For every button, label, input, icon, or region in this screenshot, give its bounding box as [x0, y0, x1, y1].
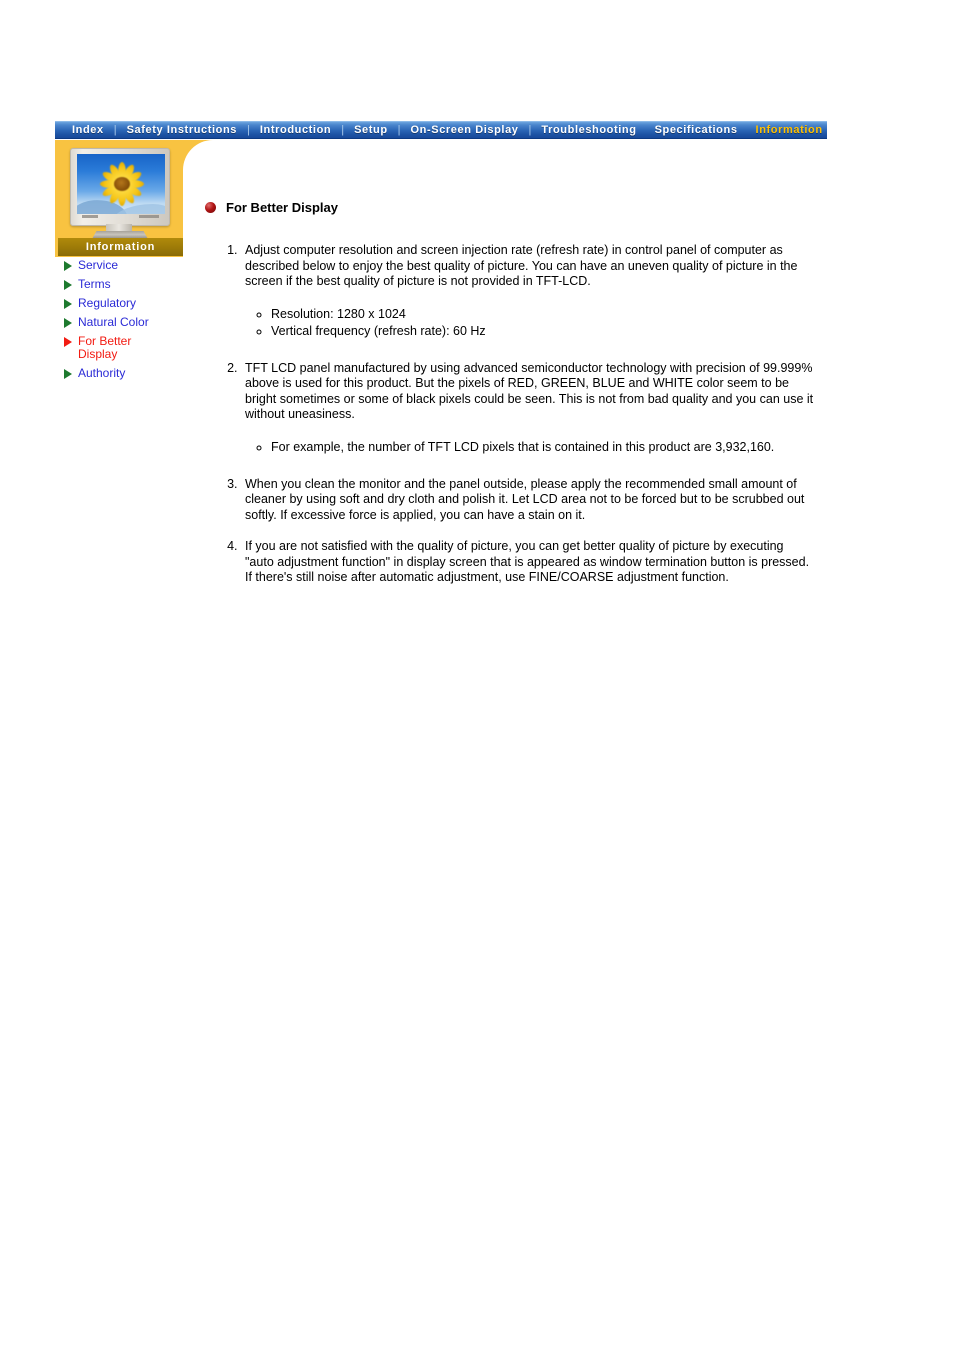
arrow-right-icon: [64, 280, 72, 290]
arrow-right-icon: [64, 261, 72, 271]
instruction-list: Adjust computer resolution and screen in…: [205, 243, 815, 586]
list-item: For example, the number of TFT LCD pixel…: [271, 439, 815, 455]
arrow-right-icon: [64, 369, 72, 379]
list-item-text: TFT LCD panel manufactured by using adva…: [245, 360, 814, 422]
nav-item-information[interactable]: Information: [747, 122, 827, 138]
sunflower-shape: [97, 160, 147, 208]
sidebar-item-natural-color[interactable]: Natural Color: [64, 316, 194, 329]
arrow-right-icon: [64, 318, 72, 328]
nav-item-on-screen-display[interactable]: On-Screen Display: [402, 122, 528, 138]
sidebar-item-label: Natural Color: [78, 315, 149, 329]
sidebar-menu: Service Terms Regulatory Natural Color F…: [64, 259, 194, 386]
list-item-text: When you clean the monitor and the panel…: [245, 476, 805, 522]
sidebar-item-label: Terms: [78, 277, 111, 291]
page-title: For Better Display: [226, 200, 338, 215]
sub-list: For example, the number of TFT LCD pixel…: [245, 439, 815, 455]
nav-item-specifications[interactable]: Specifications: [646, 122, 747, 138]
sunflower-center: [114, 177, 130, 191]
monitor-bezel: [70, 148, 170, 226]
sidebar-item-label: Regulatory: [78, 296, 137, 310]
sidebar-item-label: Authority: [78, 366, 126, 380]
sidebar-section-label: Information: [85, 241, 156, 253]
top-navigation-bar: Index | Safety Instructions | Introducti…: [55, 121, 827, 139]
sidebar-item-terms[interactable]: Terms: [64, 278, 194, 291]
nav-item-introduction[interactable]: Introduction: [251, 122, 340, 138]
list-item: TFT LCD panel manufactured by using adva…: [241, 361, 815, 455]
list-item-text: Adjust computer resolution and screen in…: [245, 243, 798, 288]
list-item: When you clean the monitor and the panel…: [241, 477, 815, 524]
monitor-sunflower-icon: [70, 148, 170, 239]
monitor-screen: [77, 154, 165, 214]
sidebar-rounded-corner: [183, 140, 213, 174]
sidebar-item-label: Service: [78, 258, 119, 272]
nav-item-safety-instructions[interactable]: Safety Instructions: [118, 122, 246, 138]
list-item: Vertical frequency (refresh rate): 60 Hz: [271, 323, 815, 339]
monitor-brand-label: [82, 215, 98, 218]
red-ball-bullet-icon: [205, 202, 216, 213]
sidebar-item-for-better-display[interactable]: For Better Display: [64, 335, 194, 361]
list-item: Resolution: 1280 x 1024: [271, 306, 815, 322]
page-title-row: For Better Display: [205, 200, 815, 215]
monitor-neck: [106, 224, 132, 232]
nav-item-troubleshooting[interactable]: Troubleshooting: [532, 122, 645, 138]
list-item: Adjust computer resolution and screen in…: [241, 243, 815, 339]
arrow-right-icon: [64, 299, 72, 309]
sidebar-section-header: Information: [58, 238, 183, 256]
sidebar-item-regulatory[interactable]: Regulatory: [64, 297, 194, 310]
monitor-model-label: [139, 215, 159, 218]
sidebar-item-authority[interactable]: Authority: [64, 367, 194, 380]
list-item: If you are not satisfied with the qualit…: [241, 539, 815, 586]
sidebar-item-service[interactable]: Service: [64, 259, 194, 272]
list-item-text: If you are not satisfied with the qualit…: [245, 539, 810, 584]
arrow-right-icon: [64, 337, 72, 347]
nav-item-index[interactable]: Index: [63, 122, 113, 138]
main-content: For Better Display Adjust computer resol…: [205, 200, 815, 602]
nav-item-setup[interactable]: Setup: [345, 122, 397, 138]
sub-list: Resolution: 1280 x 1024 Vertical frequen…: [245, 306, 815, 339]
sidebar-item-label: For Better Display: [78, 334, 132, 361]
